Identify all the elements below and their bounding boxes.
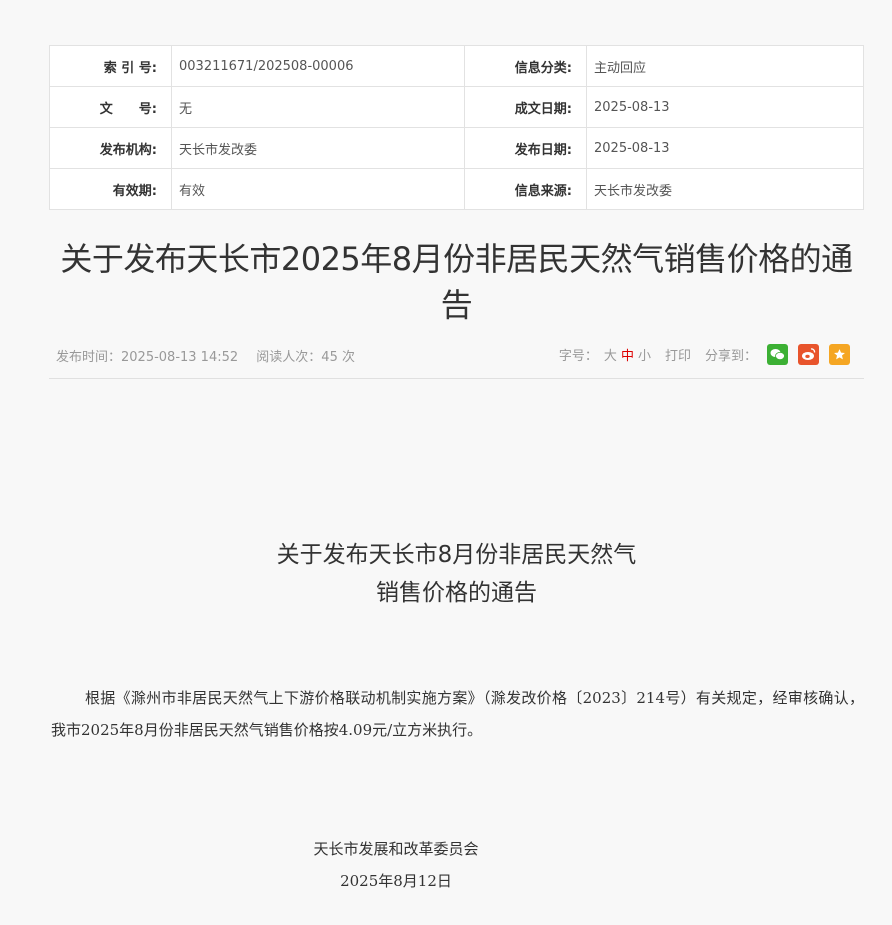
article-subtitle: 关于发布天长市8月份非居民天然气 销售价格的通告 [49,536,864,612]
doc-number-value: 无 [171,86,465,128]
doc-number-label: 文 号: [49,86,172,128]
font-size-medium-button[interactable]: 中 [621,345,634,364]
table-row: 文 号: 无 成文日期: 2025-08-13 [49,86,864,128]
publish-date-value: 2025-08-13 [586,127,864,169]
written-date-value: 2025-08-13 [586,86,864,128]
category-value: 主动回应 [586,45,864,87]
font-size-large-button[interactable]: 大 [604,345,617,364]
page-title: 关于发布天长市2025年8月份非居民天然气销售价格的通告 [60,240,853,324]
publisher-label: 发布机构: [49,127,172,169]
article-info-bar: 发布时间：2025-08-13 14:52 阅读人次：45 次 字号： 大 中 … [49,340,864,379]
font-size-label: 字号： [558,349,598,364]
signature: 天长市发展和改革委员会 [313,840,479,858]
table-row: 有效期: 有效 信息来源: 天长市发改委 [49,168,864,210]
validity-value: 有效 [171,168,465,210]
index-value: 003211671/202508-00006 [171,45,465,87]
print-button[interactable]: 打印 [665,345,691,364]
article-paragraph: 根据《滁州市非居民天然气上下游价格联动机制实施方案》（滁发改价格〔2023〕21… [51,689,864,739]
subtitle-line: 销售价格的通告 [376,580,537,606]
subtitle-line: 关于发布天长市8月份非居民天然气 [276,542,637,568]
table-row: 发布机构: 天长市发改委 发布日期: 2025-08-13 [49,127,864,169]
signature-date: 2025年8月12日 [340,872,452,890]
read-count: 阅读人次：45 次 [256,350,355,365]
index-label: 索 引 号: [49,45,172,87]
star-icon[interactable] [829,344,850,365]
wechat-icon[interactable] [767,344,788,365]
written-date-label: 成文日期: [464,86,587,128]
weibo-icon[interactable] [798,344,819,365]
validity-label: 有效期: [49,168,172,210]
share-label: 分享到： [704,349,757,364]
publish-time: 发布时间：2025-08-13 14:52 [56,350,239,365]
font-size-small-button[interactable]: 小 [638,345,651,364]
info-table: 索 引 号: 003211671/202508-00006 信息分类: 主动回应… [49,45,864,210]
publish-date-label: 发布日期: [464,127,587,169]
source-label: 信息来源: [464,168,587,210]
table-row: 索 引 号: 003211671/202508-00006 信息分类: 主动回应 [49,45,864,87]
category-label: 信息分类: [464,45,587,87]
source-value: 天长市发改委 [586,168,864,210]
publisher-value: 天长市发改委 [171,127,465,169]
